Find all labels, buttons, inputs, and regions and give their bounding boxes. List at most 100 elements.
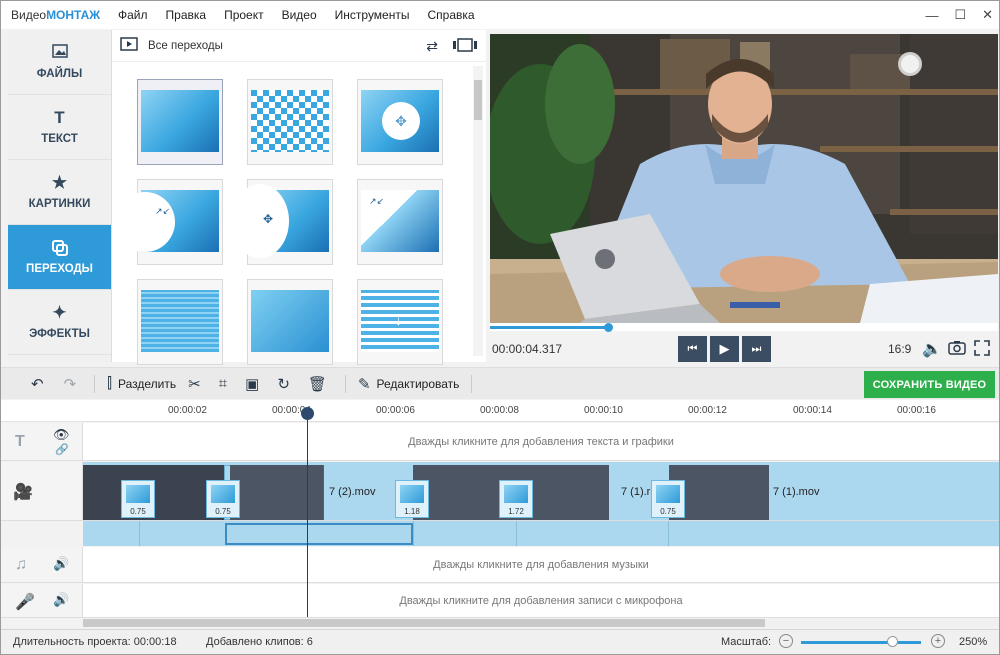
transition-blinds[interactable] [137,279,223,365]
redo-icon: ↷ [63,375,77,393]
transitions-list-icon [120,37,138,54]
selected-segment[interactable] [225,523,413,545]
project-duration: Длительность проекта: 00:00:18 [13,636,177,648]
frame-button[interactable]: ▣ [245,375,265,393]
transition-fade[interactable] [137,79,223,165]
speaker-icon[interactable]: 🔊 [53,592,69,608]
skip-forward-icon: ⏭ [751,342,762,355]
skip-back-icon: ⏮ [687,342,698,355]
category-effects[interactable]: ✦ ЭФФЕКТЫ [8,290,111,355]
link-icon[interactable]: 🔗 [55,443,69,456]
menu-project[interactable]: Проект [215,8,273,22]
next-frame-button[interactable]: ⏭ [742,336,771,362]
app-logo: ВидеоМОНТАЖ [11,8,101,22]
image-icon [51,44,68,62]
category-pictures[interactable]: ★ КАРТИНКИ [8,160,111,225]
close-button[interactable]: ✕ [982,7,993,23]
transition-marker[interactable]: 0.75 [206,480,240,518]
zoom-slider[interactable] [801,641,921,644]
undo-button[interactable]: ↶ [31,375,50,393]
transition-marker[interactable]: 1.18 [395,480,429,518]
transition-marker[interactable]: 0.75 [651,480,685,518]
category-panel: ФАЙЛЫ T ТЕКСТ ★ КАРТИНКИ ПЕРЕХОДЫ ✦ ЭФФЕ… [8,30,118,362]
video-track-area[interactable]: 7 (2).mov 7 (1).r 7 (1).mov 0.75 0.75 1.… [83,462,999,520]
clip-label: 7 (1).mov [773,486,820,498]
transition-marker[interactable]: 1.72 [499,480,533,518]
timeline-ruler[interactable]: 00:00:02 00:00:04 00:00:06 00:00:08 00:0… [1,400,999,422]
text-track-icon: T [15,432,25,450]
edit-toolbar: ↶ ↷ ⫿ Разделить ✂ ⌗ ▣ ↻ 🗑 ✎ Редактировать … [1,367,999,399]
video-sub-track[interactable] [83,521,999,546]
zoom-out-button[interactable]: − [779,634,793,648]
ruler-tick: 00:00:16 [897,405,936,416]
timecode: 00:00:04.317 [492,342,563,356]
ruler-tick: 00:00:12 [688,405,727,416]
menu-video[interactable]: Видео [273,8,326,22]
minimize-button[interactable]: — [925,8,938,23]
menu-file[interactable]: Файл [109,8,157,22]
split-button[interactable]: ⫿ Разделить [107,375,176,392]
menu-help[interactable]: Справка [418,8,483,22]
scissors-icon: ✂ [188,375,201,393]
menu-edit[interactable]: Правка [157,8,216,22]
transition-checkerboard[interactable] [247,79,333,165]
transitions-scrollbar[interactable] [473,66,483,356]
title-bar: ВидеоМОНТАЖ Файл Правка Проект Видео Инс… [1,1,999,29]
redo-button[interactable]: ↷ [64,375,83,393]
eye-icon[interactable]: 👁 [53,427,70,443]
maximize-button[interactable]: ☐ [954,7,966,23]
timeline-scrollbar[interactable] [83,619,999,627]
video-camera-icon: 🎥 [13,484,33,501]
music-track-area[interactable]: Дважды кликните для добавления музыки [83,547,999,582]
microphone-track: 🎤 🔊 Дважды кликните для добавления запис… [1,584,999,618]
video-preview[interactable] [490,34,998,323]
transitions-header: Все переходы ⇄ [112,30,486,62]
save-video-button[interactable]: СОХРАНИТЬ ВИДЕО [864,371,995,398]
app-window: ВидеоМОНТАЖ Файл Правка Проект Видео Инс… [0,0,1000,655]
music-note-icon: ♫ [15,555,27,573]
zoom-handle[interactable] [887,636,898,647]
cut-button[interactable]: ✂ [188,375,207,393]
zoom-in-button[interactable]: + [931,634,945,648]
volume-icon[interactable]: 🔈 [922,339,942,359]
transition-circle-zoom[interactable]: ✥ [357,79,443,165]
crop-button[interactable]: ⌗ [219,375,233,392]
undo-icon: ↶ [31,375,44,393]
rotate-button[interactable]: ↻ [277,375,296,393]
aspect-ratio[interactable]: 16:9 [888,342,911,356]
transition-diagonal-wipe[interactable]: ↗↙ [357,179,443,265]
delete-button[interactable]: 🗑 [308,375,333,393]
edit-button[interactable]: ✎ Редактировать [358,375,459,393]
progress-handle[interactable] [604,323,613,332]
microphone-track-area[interactable]: Дважды кликните для добавления записи с … [83,584,999,617]
transition-marker[interactable]: 0.75 [121,480,155,518]
category-transitions[interactable]: ПЕРЕХОДЫ [8,225,118,290]
filmstrip-icon[interactable] [452,38,478,55]
transition-circle-left[interactable]: ↗↙ [115,179,223,265]
zoom-value: 250% [959,636,988,648]
category-files[interactable]: ФАЙЛЫ [8,30,111,95]
split-icon: ⫿ [107,375,112,392]
category-text[interactable]: T ТЕКСТ [8,95,111,160]
transition-circle-right[interactable]: ✥ [231,179,333,265]
speaker-icon[interactable]: 🔊 [53,556,69,572]
playback-progress[interactable] [490,323,998,332]
frame-icon: ▣ [245,375,260,393]
transition-stripes-down[interactable]: ↓ [357,279,443,365]
text-track-area[interactable]: Дважды кликните для добавления текста и … [83,423,999,460]
camera-icon[interactable] [948,340,966,358]
previous-frame-button[interactable]: ⏮ [678,336,707,362]
timeline-playhead[interactable] [301,407,314,617]
play-button[interactable]: ▶ [710,336,739,362]
zoom-label: Масштаб: [721,636,772,648]
shuffle-icon[interactable]: ⇄ [426,38,438,55]
text-track: T 👁 🔗 Дважды кликните для добавления тек… [1,423,999,461]
star-icon: ★ [51,173,68,192]
video-clip-thumbnail [230,465,323,520]
pencil-icon: ✎ [357,375,371,393]
menu-tools[interactable]: Инструменты [326,8,419,22]
transition-dissolve[interactable] [247,279,333,365]
ruler-tick: 00:00:06 [376,405,415,416]
transitions-icon [51,239,69,257]
fullscreen-icon[interactable] [974,340,990,359]
